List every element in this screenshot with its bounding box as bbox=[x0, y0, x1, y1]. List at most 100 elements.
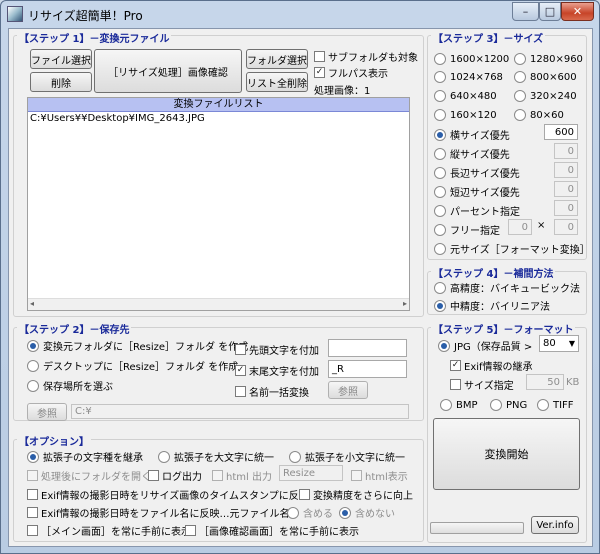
size-640-radio[interactable]: 640×480 bbox=[434, 90, 497, 102]
suffix-input[interactable]: _R bbox=[328, 360, 407, 378]
main-front-checkbox[interactable]: ［メイン画面］を常に手前に表示 bbox=[27, 523, 191, 538]
title-bar[interactable]: リサイズ超簡単！Pro – □ ✕ bbox=[1, 1, 599, 27]
resize-confirm-button[interactable]: ［リサイズ処理］画像確認 bbox=[94, 49, 242, 93]
ext-lower-label: 拡張子を小文字に統一 bbox=[305, 453, 405, 464]
log-output-checkbox[interactable]: ログ出力 bbox=[148, 468, 202, 483]
height-input[interactable]: 0 bbox=[554, 143, 578, 159]
free-size-label: フリー指定 bbox=[450, 226, 500, 237]
scroll-left-icon[interactable]: ◂ bbox=[30, 299, 34, 308]
checkbox-box bbox=[450, 379, 461, 390]
radio-dot bbox=[514, 90, 526, 102]
radio-dot bbox=[27, 339, 39, 352]
size-label: 320×240 bbox=[530, 90, 577, 102]
png-radio[interactable]: PNG bbox=[490, 399, 527, 411]
quality-value: 80 bbox=[543, 338, 556, 349]
long-priority-radio[interactable]: 長辺サイズ優先 bbox=[434, 165, 520, 180]
file-list[interactable]: 変換ファイルリスト C:¥Users¥¥Desktop¥IMG_2643.JPG… bbox=[27, 97, 410, 311]
ext-keep-radio[interactable]: 拡張子の文字種を継承 bbox=[27, 449, 143, 464]
radio-dot bbox=[434, 299, 446, 312]
bmp-radio[interactable]: BMP bbox=[440, 399, 478, 411]
tiff-radio[interactable]: TIFF bbox=[537, 399, 574, 411]
save-option-source[interactable]: 変換元フォルダに［Resize］フォルダ を作成 bbox=[27, 338, 248, 353]
save-browse-button[interactable]: 参照 bbox=[27, 403, 67, 421]
version-info-button[interactable]: Ver.info bbox=[531, 516, 579, 534]
filename-exclude-radio[interactable]: 含めない bbox=[339, 505, 395, 520]
prefix-label: 先頭文字を付加 bbox=[249, 346, 319, 357]
prefix-checkbox[interactable]: 先頭文字を付加 bbox=[235, 342, 319, 357]
free-height-input[interactable]: 0 bbox=[554, 219, 578, 235]
size-80-radio[interactable]: 80×60 bbox=[514, 109, 564, 121]
jpg-radio[interactable]: JPG（保存品質 > bbox=[438, 338, 532, 353]
close-button[interactable]: ✕ bbox=[561, 2, 594, 21]
percent-input[interactable]: 0 bbox=[554, 200, 578, 216]
file-select-button[interactable]: ファイル選択 bbox=[30, 49, 92, 69]
save-option-choose[interactable]: 保存場所を選ぶ bbox=[27, 378, 113, 393]
horizontal-scrollbar[interactable]: ◂ ▸ bbox=[28, 298, 409, 310]
size-320-radio[interactable]: 320×240 bbox=[514, 90, 577, 102]
convert-start-button[interactable]: 変換開始 bbox=[433, 418, 580, 490]
free-width-input[interactable]: 0 bbox=[508, 219, 532, 235]
file-list-item[interactable]: C:¥Users¥¥Desktop¥IMG_2643.JPG bbox=[28, 112, 409, 126]
size-1024-radio[interactable]: 1024×768 bbox=[434, 71, 503, 83]
exif-timestamp-checkbox[interactable]: Exif情報の撮影日時をリサイズ画像のタイムスタンプに反映 bbox=[27, 487, 309, 502]
checkbox-box bbox=[351, 470, 362, 481]
size-spec-input[interactable]: 50 bbox=[526, 374, 564, 390]
subfolder-checkbox[interactable]: サブフォルダも対象 bbox=[314, 49, 418, 64]
height-priority-radio[interactable]: 縦サイズ優先 bbox=[434, 146, 510, 161]
quality-select[interactable]: 80 ▼ bbox=[539, 335, 579, 352]
html-view-checkbox[interactable]: html表示 bbox=[351, 468, 408, 483]
rename-checkbox[interactable]: 名前一括変換 bbox=[235, 384, 309, 399]
free-size-radio[interactable]: フリー指定 bbox=[434, 222, 500, 237]
prefix-input[interactable] bbox=[328, 339, 407, 357]
size-label: 160×120 bbox=[450, 109, 497, 121]
fullpath-checkbox[interactable]: ✓ フルパス表示 bbox=[314, 65, 388, 80]
original-size-radio[interactable]: 元サイズ［フォーマット変換］ bbox=[434, 241, 590, 256]
width-input[interactable]: 600 bbox=[544, 124, 578, 140]
save-option-desktop[interactable]: デスクトップに［Resize］フォルダ を作成 bbox=[27, 358, 238, 373]
step3-title: 【ステップ 3】－サイズ bbox=[431, 30, 546, 45]
file-list-header: 変換ファイルリスト bbox=[28, 98, 409, 112]
size-160-radio[interactable]: 160×120 bbox=[434, 109, 497, 121]
folder-select-button[interactable]: フォルダ選択 bbox=[246, 49, 308, 69]
html-output-checkbox[interactable]: html 出力 bbox=[212, 468, 272, 483]
checkbox-box bbox=[148, 470, 159, 481]
exif-inherit-checkbox[interactable]: ✓ Exif情報の継承 bbox=[450, 358, 533, 373]
rename-label: 名前一括変換 bbox=[249, 388, 309, 399]
suffix-checkbox[interactable]: ✓ 末尾文字を付加 bbox=[235, 363, 319, 378]
delete-button[interactable]: 削除 bbox=[30, 72, 92, 92]
preview-front-checkbox[interactable]: ［画像確認画面］を常に手前に表示 bbox=[185, 523, 359, 538]
size-spec-checkbox[interactable]: サイズ指定 bbox=[450, 377, 514, 392]
percent-radio[interactable]: パーセント指定 bbox=[434, 203, 520, 218]
check-icon: ✓ bbox=[314, 67, 325, 78]
filename-include-radio[interactable]: 含める bbox=[287, 505, 333, 520]
exif-filename-checkbox[interactable]: Exif情報の撮影日時をファイル名に反映…元ファイル名： bbox=[27, 505, 300, 520]
scroll-right-icon[interactable]: ▸ bbox=[403, 299, 407, 308]
long-input[interactable]: 0 bbox=[554, 162, 578, 178]
list-clear-button[interactable]: リスト全削除 bbox=[246, 72, 308, 92]
size-1280-radio[interactable]: 1280×960 bbox=[514, 53, 583, 65]
size-label: 1600×1200 bbox=[450, 53, 510, 65]
maximize-button[interactable]: □ bbox=[539, 2, 561, 21]
size-800-radio[interactable]: 800×600 bbox=[514, 71, 577, 83]
short-priority-radio[interactable]: 短辺サイズ優先 bbox=[434, 184, 520, 199]
radio-dot bbox=[434, 109, 446, 121]
bicubic-radio[interactable]: 高精度：バイキュービック法 bbox=[434, 280, 580, 295]
save-path-input[interactable]: C:¥ bbox=[71, 404, 409, 419]
rename-browse-button[interactable]: 参照 bbox=[328, 381, 368, 399]
bilinear-radio[interactable]: 中精度：バイリニア法 bbox=[434, 298, 550, 313]
width-priority-radio[interactable]: 横サイズ優先 bbox=[434, 127, 510, 142]
html-output-label: html 出力 bbox=[226, 472, 272, 483]
minimize-button[interactable]: – bbox=[512, 2, 539, 21]
radio-dot bbox=[434, 53, 446, 65]
open-folder-checkbox[interactable]: 処理後にフォルダを開く bbox=[27, 468, 151, 483]
short-input[interactable]: 0 bbox=[554, 181, 578, 197]
size-1600-radio[interactable]: 1600×1200 bbox=[434, 53, 509, 65]
radio-dot bbox=[490, 399, 502, 411]
ext-lower-radio[interactable]: 拡張子を小文字に統一 bbox=[289, 449, 405, 464]
radio-dot bbox=[514, 71, 526, 83]
radio-dot bbox=[289, 450, 301, 463]
size-label: 640×480 bbox=[450, 90, 497, 102]
precision-checkbox[interactable]: 変換精度をさらに向上 bbox=[299, 487, 413, 502]
html-name-input[interactable]: Resize bbox=[279, 465, 343, 481]
ext-upper-radio[interactable]: 拡張子を大文字に統一 bbox=[158, 449, 274, 464]
